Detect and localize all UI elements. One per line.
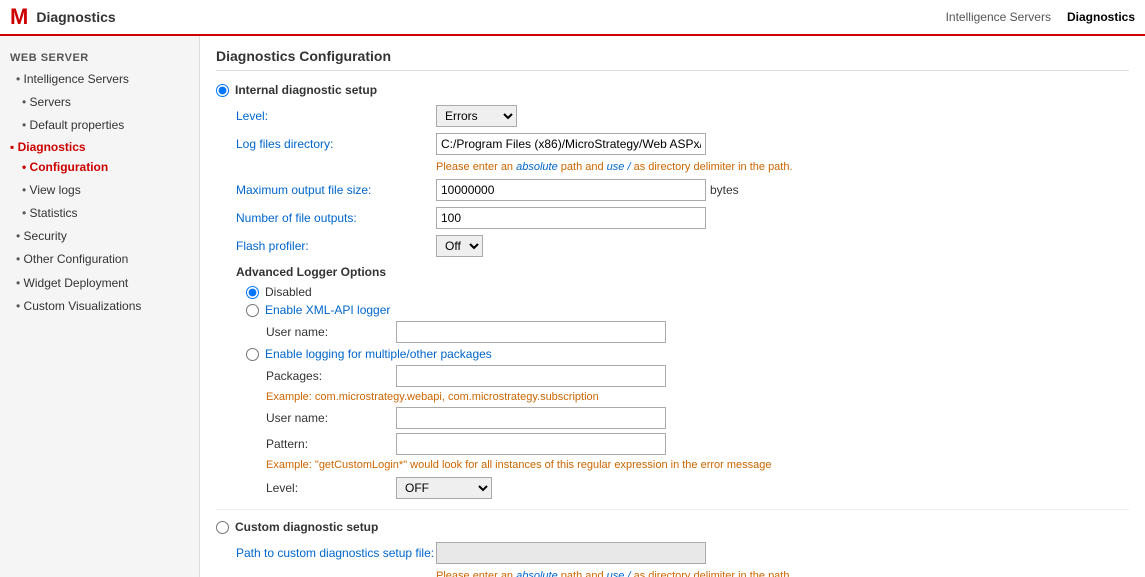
level-select[interactable]: Errors Warnings Info Debug (436, 105, 517, 127)
max-size-input[interactable] (436, 179, 706, 201)
custom-path-hint: Please enter an absolute path and use / … (216, 570, 1129, 577)
internal-setup-radio[interactable] (216, 84, 229, 97)
radio-disabled-label: Disabled (265, 285, 312, 299)
packages-row: Packages: (216, 365, 1129, 387)
username-row: User name: (216, 321, 1129, 343)
username2-row: User name: (216, 407, 1129, 429)
custom-path-label: Path to custom diagnostics setup file: (236, 546, 436, 560)
custom-setup-label: Custom diagnostic setup (235, 520, 378, 534)
packages-label: Packages: (266, 369, 396, 383)
custom-setup-radio[interactable] (216, 521, 229, 534)
level2-select[interactable]: OFF ERRORS WARNINGS INFO DEBUG (396, 477, 492, 499)
layout: WEB SERVER Intelligence Servers Servers … (0, 36, 1145, 577)
sidebar-section: WEB SERVER (0, 46, 199, 68)
radio-disabled[interactable] (246, 286, 259, 299)
radio-disabled-row: Disabled (216, 285, 1129, 299)
pattern-label: Pattern: (266, 437, 396, 451)
topbar: M Diagnostics Intelligence Servers Diagn… (0, 0, 1145, 36)
radio-packages-label: Enable logging for multiple/other packag… (265, 347, 492, 361)
sidebar-item-configuration[interactable]: Configuration (0, 156, 199, 179)
radio-packages[interactable] (246, 348, 259, 361)
sidebar-item-servers[interactable]: Servers (0, 91, 199, 114)
nav-diagnostics[interactable]: Diagnostics (1067, 10, 1135, 24)
flash-profiler-select[interactable]: Off On (436, 235, 483, 257)
max-size-unit: bytes (710, 183, 739, 197)
page-title: Diagnostics Configuration (216, 48, 1129, 71)
log-dir-label: Log files directory: (236, 137, 436, 151)
custom-path-input[interactable] (436, 542, 706, 564)
sidebar-item-custom-viz[interactable]: Custom Visualizations (0, 295, 199, 318)
custom-setup-header: Custom diagnostic setup (216, 520, 1129, 534)
flash-profiler-label: Flash profiler: (236, 239, 436, 253)
sidebar-item-widget-deployment[interactable]: Widget Deployment (0, 272, 199, 295)
custom-setup-section: Custom diagnostic setup Path to custom d… (216, 509, 1129, 577)
flash-profiler-row: Flash profiler: Off On (216, 235, 1129, 257)
sidebar-item-other-config[interactable]: Other Configuration (0, 248, 199, 271)
sidebar-item-intelligence-servers[interactable]: Intelligence Servers (0, 68, 199, 91)
topbar-links: Intelligence Servers Diagnostics (946, 10, 1135, 24)
internal-setup-header: Internal diagnostic setup (216, 83, 1129, 97)
level-row: Level: Errors Warnings Info Debug (216, 105, 1129, 127)
log-dir-input[interactable] (436, 133, 706, 155)
radio-xml-api-label: Enable XML-API logger (265, 303, 390, 317)
pattern-hint: Example: "getCustomLogin*" would look fo… (216, 459, 1129, 471)
username-label: User name: (266, 325, 396, 339)
max-size-label: Maximum output file size: (236, 183, 436, 197)
topbar-title: Diagnostics (36, 9, 945, 25)
username-input[interactable] (396, 321, 666, 343)
log-dir-row: Log files directory: (216, 133, 1129, 155)
num-files-input[interactable] (436, 207, 706, 229)
sidebar-item-diagnostics[interactable]: ▪ Diagnostics (0, 138, 199, 156)
internal-setup-label: Internal diagnostic setup (235, 83, 377, 97)
pattern-input[interactable] (396, 433, 666, 455)
radio-xml-api[interactable] (246, 304, 259, 317)
sidebar-item-view-logs[interactable]: View logs (0, 179, 199, 202)
nav-intelligence-servers[interactable]: Intelligence Servers (946, 10, 1051, 24)
level2-label: Level: (266, 481, 396, 495)
logo: M (10, 6, 28, 28)
num-files-row: Number of file outputs: (216, 207, 1129, 229)
radio-xml-api-row: Enable XML-API logger (216, 303, 1129, 317)
username2-label: User name: (266, 411, 396, 425)
pattern-row: Pattern: (216, 433, 1129, 455)
packages-input[interactable] (396, 365, 666, 387)
adv-logger-title: Advanced Logger Options (216, 265, 1129, 279)
sidebar-item-statistics[interactable]: Statistics (0, 202, 199, 225)
level2-row: Level: OFF ERRORS WARNINGS INFO DEBUG (216, 477, 1129, 499)
custom-path-row: Path to custom diagnostics setup file: (216, 542, 1129, 564)
max-size-row: Maximum output file size: bytes (216, 179, 1129, 201)
packages-hint: Example: com.microstrategy.webapi, com.m… (216, 391, 1129, 403)
level-label: Level: (236, 109, 436, 123)
sidebar-item-default-properties[interactable]: Default properties (0, 114, 199, 137)
username2-input[interactable] (396, 407, 666, 429)
sidebar: WEB SERVER Intelligence Servers Servers … (0, 36, 200, 577)
log-dir-hint: Please enter an absolute path and use / … (216, 161, 1129, 173)
sidebar-item-security[interactable]: Security (0, 225, 199, 248)
main-content: Diagnostics Configuration Internal diagn… (200, 36, 1145, 577)
radio-packages-row: Enable logging for multiple/other packag… (216, 347, 1129, 361)
num-files-label: Number of file outputs: (236, 211, 436, 225)
